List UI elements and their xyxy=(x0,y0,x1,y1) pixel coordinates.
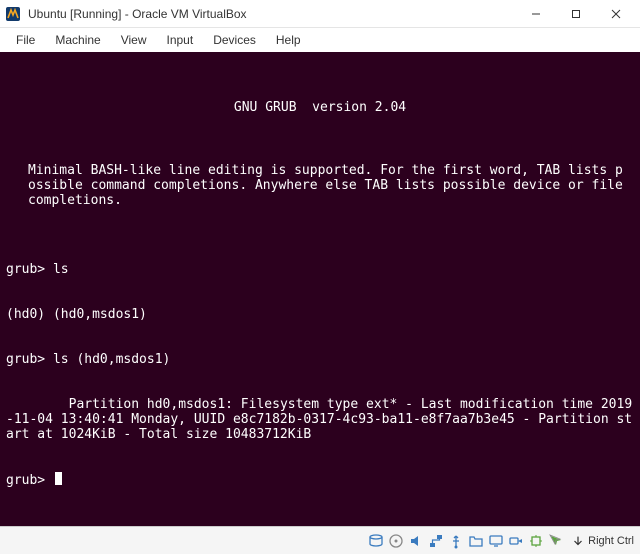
status-bar: Right Ctrl xyxy=(0,526,640,554)
menu-devices[interactable]: Devices xyxy=(203,31,266,49)
menu-view[interactable]: View xyxy=(111,31,157,49)
mouse-integration-icon[interactable] xyxy=(547,532,565,550)
network-icon[interactable] xyxy=(427,532,445,550)
menu-machine[interactable]: Machine xyxy=(45,31,110,49)
window-controls xyxy=(516,1,636,27)
console-line: grub> ls xyxy=(6,262,634,277)
console-line: grub> ls (hd0,msdos1) xyxy=(6,352,634,367)
hard-disk-icon[interactable] xyxy=(367,532,385,550)
virtualbox-icon xyxy=(4,5,22,23)
maximize-button[interactable] xyxy=(556,1,596,27)
menu-input[interactable]: Input xyxy=(157,31,204,49)
host-key-indicator[interactable]: Right Ctrl xyxy=(571,534,634,548)
vm-console[interactable]: GNU GRUB version 2.04 Minimal BASH-like … xyxy=(0,52,640,526)
console-line: Partition hd0,msdos1: Filesystem type ex… xyxy=(6,397,634,442)
grub-prompt: grub> xyxy=(6,473,53,488)
usb-icon[interactable] xyxy=(447,532,465,550)
window-title: Ubuntu [Running] - Oracle VM VirtualBox xyxy=(28,7,516,21)
grub-help-text: Minimal BASH-like line editing is suppor… xyxy=(28,163,624,208)
shared-folders-icon[interactable] xyxy=(467,532,485,550)
title-bar: Ubuntu [Running] - Oracle VM VirtualBox xyxy=(0,0,640,28)
menu-bar: File Machine View Input Devices Help xyxy=(0,28,640,52)
host-key-label: Right Ctrl xyxy=(588,535,634,547)
menu-file[interactable]: File xyxy=(6,31,45,49)
audio-icon[interactable] xyxy=(407,532,425,550)
optical-disk-icon[interactable] xyxy=(387,532,405,550)
guest-cpu-icon[interactable] xyxy=(527,532,545,550)
recording-icon[interactable] xyxy=(507,532,525,550)
cursor xyxy=(55,472,62,485)
display-icon[interactable] xyxy=(487,532,505,550)
grub-header: GNU GRUB version 2.04 xyxy=(6,100,634,115)
close-button[interactable] xyxy=(596,1,636,27)
minimize-button[interactable] xyxy=(516,1,556,27)
arrow-down-icon xyxy=(571,534,585,548)
console-line: grub> xyxy=(6,472,634,488)
console-line: (hd0) (hd0,msdos1) xyxy=(6,307,634,322)
menu-help[interactable]: Help xyxy=(266,31,311,49)
